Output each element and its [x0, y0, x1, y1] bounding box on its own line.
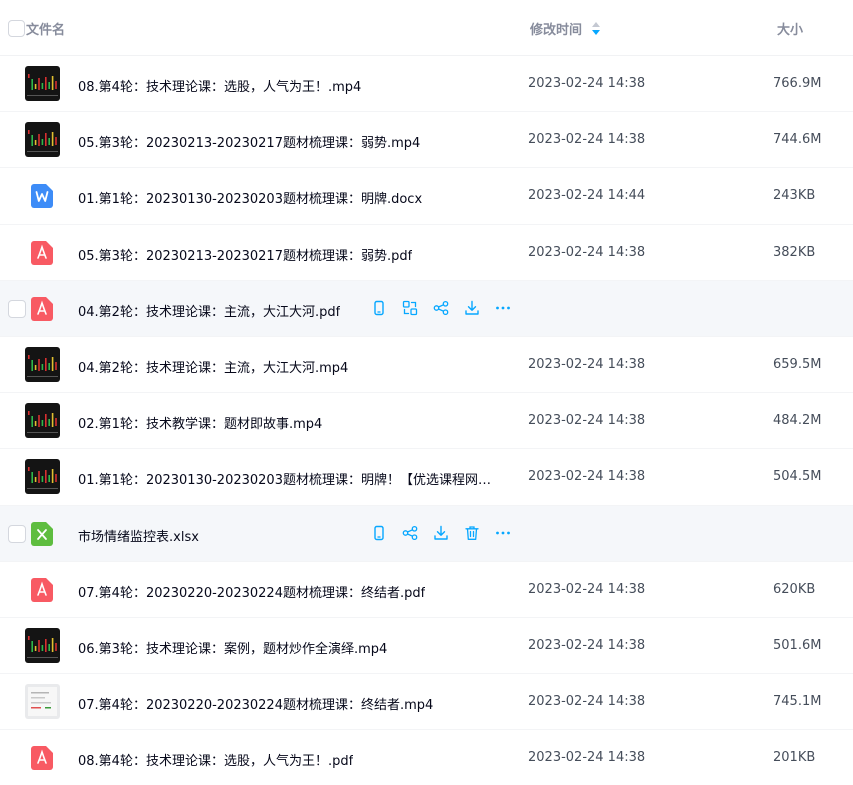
row-actions [370, 524, 512, 542]
file-row[interactable]: 05.第3轮：20230213-20230217题材梳理课：弱势.pdf 2023… [0, 225, 853, 281]
convert-button[interactable] [401, 299, 419, 317]
file-row[interactable]: 08.第4轮：技术理论课：选股，人气为王！.pdf 2023-02-24 14:3… [0, 730, 853, 785]
delete-icon [464, 525, 480, 541]
open-on-phone-button[interactable] [370, 524, 388, 542]
file-name[interactable]: 08.第4轮：技术理论课：选股，人气为王！.mp4 [78, 76, 361, 95]
file-name[interactable]: 05.第3轮：20230213-20230217题材梳理课：弱势.mp4 [78, 132, 420, 151]
delete-button[interactable] [463, 524, 481, 542]
video-thumbnail[interactable] [25, 627, 60, 663]
row-checkbox[interactable] [8, 524, 26, 543]
file-name[interactable]: 07.第4轮：20230220-20230224题材梳理课：终结者.mp4 [78, 694, 433, 713]
list-header: 文件名 修改时间 大小 [0, 0, 853, 56]
video-thumbnail[interactable] [25, 684, 60, 720]
open-on-phone-button[interactable] [370, 299, 388, 317]
column-header-name[interactable]: 文件名 [26, 19, 65, 38]
file-name[interactable]: 市场情绪监控表.xlsx [78, 526, 199, 545]
file-name[interactable]: 02.第1轮：技术教学课：题材即故事.mp4 [78, 413, 322, 432]
file-row[interactable]: 02.第1轮：技术教学课：题材即故事.mp4 2023-02-24 14:38 48… [0, 393, 853, 450]
file-size: 484.2M [773, 413, 822, 429]
more-icon [495, 525, 511, 541]
file-modified-time: 2023-02-24 14:38 [528, 750, 646, 766]
more-button[interactable] [494, 299, 512, 317]
pdf-icon[interactable] [31, 746, 53, 771]
file-name[interactable]: 05.第3轮：20230213-20230217题材梳理课：弱势.pdf [78, 245, 412, 264]
select-all-checkbox[interactable] [8, 20, 25, 37]
file-modified-time: 2023-02-24 14:38 [528, 132, 646, 148]
file-size: 659.5M [773, 356, 822, 372]
file-rows: 08.第4轮：技术理论课：选股，人气为王！.mp4 2023-02-24 14:3… [0, 56, 853, 785]
phone-icon [371, 525, 387, 541]
video-thumbnail[interactable] [25, 403, 60, 439]
file-row[interactable]: 05.第3轮：20230213-20230217题材梳理课：弱势.mp4 2023… [0, 112, 853, 169]
download-icon [433, 525, 449, 541]
file-modified-time: 2023-02-24 14:38 [528, 244, 646, 260]
file-row[interactable]: 01.第1轮：20230130-20230203题材梳理课：明牌！【优选课程网w… [0, 449, 853, 506]
file-size: 243KB [773, 188, 816, 204]
file-size: 620KB [773, 581, 816, 597]
file-modified-time: 2023-02-24 14:38 [528, 694, 646, 710]
file-modified-time: 2023-02-24 14:38 [528, 413, 646, 429]
file-row[interactable]: 07.第4轮：20230220-20230224题材梳理课：终结者.mp4 202… [0, 674, 853, 731]
word-icon[interactable] [31, 184, 53, 209]
row-checkbox[interactable] [8, 299, 26, 318]
file-row[interactable]: 06.第3轮：技术理论课：案例，题材炒作全演绎.mp4 2023-02-24 14… [0, 618, 853, 675]
download-button[interactable] [432, 524, 450, 542]
column-header-time-label: 修改时间 [530, 23, 583, 38]
excel-icon[interactable] [31, 521, 53, 546]
file-row[interactable]: 01.第1轮：20230130-20230203题材梳理课：明牌.docx 202… [0, 168, 853, 225]
file-size: 745.1M [773, 694, 822, 710]
file-size: 766.9M [773, 76, 822, 91]
file-modified-time: 2023-02-24 14:44 [528, 188, 646, 204]
file-size: 201KB [773, 750, 816, 766]
phone-icon [371, 300, 387, 316]
video-thumbnail[interactable] [25, 122, 60, 158]
convert-icon [402, 300, 418, 316]
file-name[interactable]: 01.第1轮：20230130-20230203题材梳理课：明牌！【优选课程网w… [78, 469, 498, 488]
file-list: 文件名 修改时间 大小 08.第4轮：技术理论课：选股，人气为王！.mp4 202… [0, 0, 853, 785]
column-header-size[interactable]: 大小 [777, 19, 803, 38]
file-modified-time: 2023-02-24 14:38 [528, 581, 646, 597]
file-row[interactable]: 04.第2轮：技术理论课：主流，大江大河.pdf [0, 280, 853, 337]
file-name[interactable]: 08.第4轮：技术理论课：选股，人气为王！.pdf [78, 750, 353, 769]
file-modified-time: 2023-02-24 14:38 [528, 469, 646, 485]
file-name[interactable]: 01.第1轮：20230130-20230203题材梳理课：明牌.docx [78, 188, 422, 207]
sort-icon[interactable] [592, 22, 601, 35]
file-name[interactable]: 04.第2轮：技术理论课：主流，大江大河.pdf [78, 301, 340, 320]
share-button[interactable] [401, 524, 419, 542]
video-thumbnail[interactable] [25, 459, 60, 495]
column-header-time[interactable]: 修改时间 [530, 19, 601, 38]
file-name[interactable]: 04.第2轮：技术理论课：主流，大江大河.mp4 [78, 357, 348, 376]
file-size: 504.5M [773, 469, 822, 485]
pdf-icon[interactable] [31, 240, 53, 265]
file-row[interactable]: 07.第4轮：20230220-20230224题材梳理课：终结者.pdf 202… [0, 562, 853, 618]
file-size: 744.6M [773, 132, 822, 148]
share-icon [402, 525, 418, 541]
pdf-icon[interactable] [31, 296, 53, 321]
file-row[interactable]: 04.第2轮：技术理论课：主流，大江大河.mp4 2023-02-24 14:38… [0, 337, 853, 394]
more-icon [495, 300, 511, 316]
file-modified-time: 2023-02-24 14:38 [528, 356, 646, 372]
more-button[interactable] [494, 524, 512, 542]
download-icon [464, 300, 480, 316]
download-button[interactable] [463, 299, 481, 317]
file-modified-time: 2023-02-24 14:38 [528, 637, 646, 653]
share-icon [433, 300, 449, 316]
file-size: 382KB [773, 244, 816, 260]
file-row[interactable]: 08.第4轮：技术理论课：选股，人气为王！.mp4 2023-02-24 14:3… [0, 56, 853, 113]
row-actions [370, 299, 512, 317]
video-thumbnail[interactable] [25, 66, 60, 101]
file-size: 501.6M [773, 637, 822, 653]
file-name[interactable]: 06.第3轮：技术理论课：案例，题材炒作全演绎.mp4 [78, 638, 387, 657]
pdf-icon[interactable] [31, 577, 53, 602]
video-thumbnail[interactable] [25, 346, 60, 382]
file-row[interactable]: 市场情绪监控表.xlsx [0, 505, 853, 562]
file-name[interactable]: 07.第4轮：20230220-20230224题材梳理课：终结者.pdf [78, 582, 425, 601]
file-modified-time: 2023-02-24 14:38 [528, 76, 646, 91]
share-button[interactable] [432, 299, 450, 317]
